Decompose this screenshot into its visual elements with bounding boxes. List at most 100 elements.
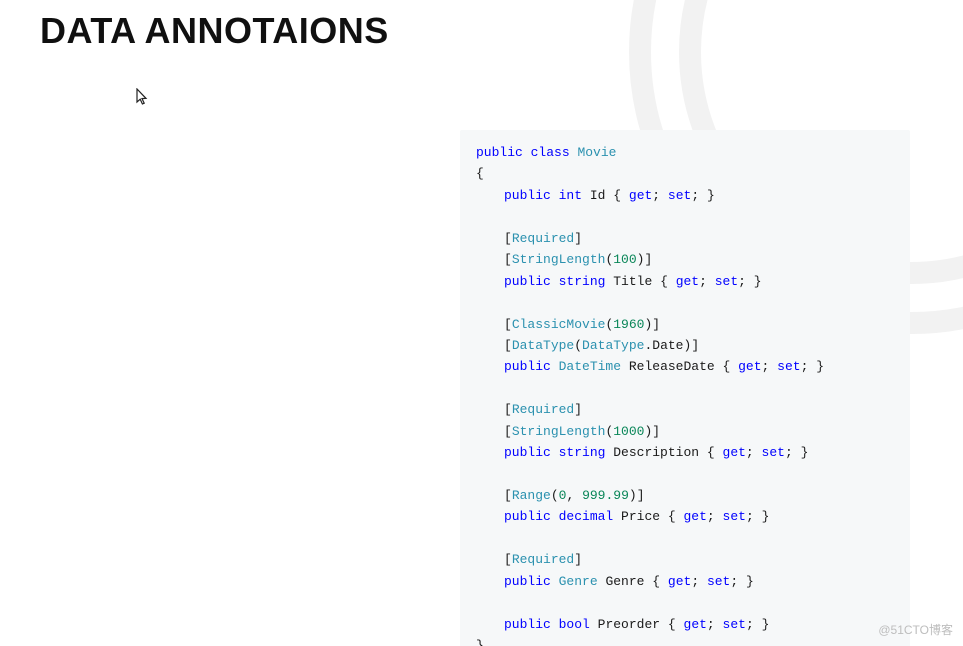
- num-100: 100: [613, 252, 636, 267]
- kw-bool: bool: [559, 617, 590, 632]
- type-movie: Movie: [577, 145, 616, 160]
- semi: ;: [746, 509, 754, 524]
- brace-open: {: [707, 445, 715, 460]
- kw-public: public: [504, 509, 551, 524]
- comma: ,: [566, 488, 574, 503]
- kw-get: get: [684, 617, 707, 632]
- brace-open: {: [652, 574, 660, 589]
- lb: [: [504, 338, 512, 353]
- semi: ;: [762, 359, 770, 374]
- brace-close: }: [476, 638, 484, 646]
- lb: [: [504, 317, 512, 332]
- rb: ]: [652, 424, 660, 439]
- kw-public: public: [476, 145, 523, 160]
- prop-description: Description: [613, 445, 699, 460]
- kw-public: public: [504, 188, 551, 203]
- attr-required: Required: [512, 402, 574, 417]
- semi: ;: [691, 188, 699, 203]
- kw-get: get: [723, 445, 746, 460]
- semi: ;: [738, 274, 746, 289]
- brace-open: {: [723, 359, 731, 374]
- code-block: public class Movie { public int Id { get…: [460, 130, 910, 646]
- lb: [: [504, 424, 512, 439]
- rb: ]: [574, 402, 582, 417]
- semi: ;: [746, 617, 754, 632]
- kw-public: public: [504, 445, 551, 460]
- kw-get: get: [684, 509, 707, 524]
- kw-class: class: [531, 145, 570, 160]
- kw-set: set: [723, 509, 746, 524]
- rb: ]: [644, 252, 652, 267]
- semi: ;: [801, 359, 809, 374]
- rb: ]: [652, 317, 660, 332]
- brace-close: }: [762, 617, 770, 632]
- prop-title: Title: [613, 274, 652, 289]
- kw-int: int: [559, 188, 582, 203]
- num-99999: 999.99: [582, 488, 629, 503]
- semi: ;: [699, 274, 707, 289]
- attr-stringlength: StringLength: [512, 252, 606, 267]
- attr-classicmovie: ClassicMovie: [512, 317, 606, 332]
- kw-public: public: [504, 359, 551, 374]
- semi: ;: [746, 445, 754, 460]
- semi: ;: [785, 445, 793, 460]
- kw-set: set: [723, 617, 746, 632]
- prop-id: Id: [590, 188, 606, 203]
- rb: ]: [574, 552, 582, 567]
- prop-genre: Genre: [605, 574, 644, 589]
- kw-set: set: [777, 359, 800, 374]
- attr-required: Required: [512, 552, 574, 567]
- attr-stringlength: StringLength: [512, 424, 606, 439]
- brace-open: {: [668, 617, 676, 632]
- kw-set: set: [715, 274, 738, 289]
- rb: ]: [574, 231, 582, 246]
- slide-heading: DATA ANNOTAIONS: [40, 10, 389, 52]
- brace-open: {: [613, 188, 621, 203]
- attr-datatype: DataType: [512, 338, 574, 353]
- kw-set: set: [707, 574, 730, 589]
- semi: ;: [730, 574, 738, 589]
- semi: ;: [652, 188, 660, 203]
- brace-close: }: [707, 188, 715, 203]
- kw-set: set: [762, 445, 785, 460]
- brace-close: }: [762, 509, 770, 524]
- kw-public: public: [504, 274, 551, 289]
- type-datetime: DateTime: [559, 359, 621, 374]
- brace-close: }: [801, 445, 809, 460]
- kw-set: set: [668, 188, 691, 203]
- semi: ;: [707, 509, 715, 524]
- lb: [: [504, 552, 512, 567]
- brace-open: {: [660, 274, 668, 289]
- kw-string: string: [559, 274, 606, 289]
- kw-decimal: decimal: [559, 509, 614, 524]
- kw-string: string: [559, 445, 606, 460]
- prop-preorder: Preorder: [598, 617, 660, 632]
- lp: (: [574, 338, 582, 353]
- kw-public: public: [504, 617, 551, 632]
- cursor-icon: [135, 88, 149, 108]
- brace-open: {: [668, 509, 676, 524]
- lp: (: [551, 488, 559, 503]
- attr-required: Required: [512, 231, 574, 246]
- brace-close: }: [816, 359, 824, 374]
- kw-public: public: [504, 574, 551, 589]
- enum-datatype: DataType: [582, 338, 644, 353]
- rb: ]: [637, 488, 645, 503]
- type-genre: Genre: [559, 574, 598, 589]
- semi: ;: [691, 574, 699, 589]
- slide: DATA ANNOTAIONS public class Movie { pub…: [0, 0, 963, 646]
- lb: [: [504, 488, 512, 503]
- semi: ;: [707, 617, 715, 632]
- rp: ): [629, 488, 637, 503]
- watermark: @51CTO博客: [878, 621, 953, 638]
- rb: ]: [691, 338, 699, 353]
- prop-price: Price: [621, 509, 660, 524]
- brace-close: }: [754, 274, 762, 289]
- kw-get: get: [738, 359, 761, 374]
- attr-range: Range: [512, 488, 551, 503]
- brace-close: }: [746, 574, 754, 589]
- kw-get: get: [629, 188, 652, 203]
- kw-get: get: [676, 274, 699, 289]
- kw-get: get: [668, 574, 691, 589]
- lb: [: [504, 402, 512, 417]
